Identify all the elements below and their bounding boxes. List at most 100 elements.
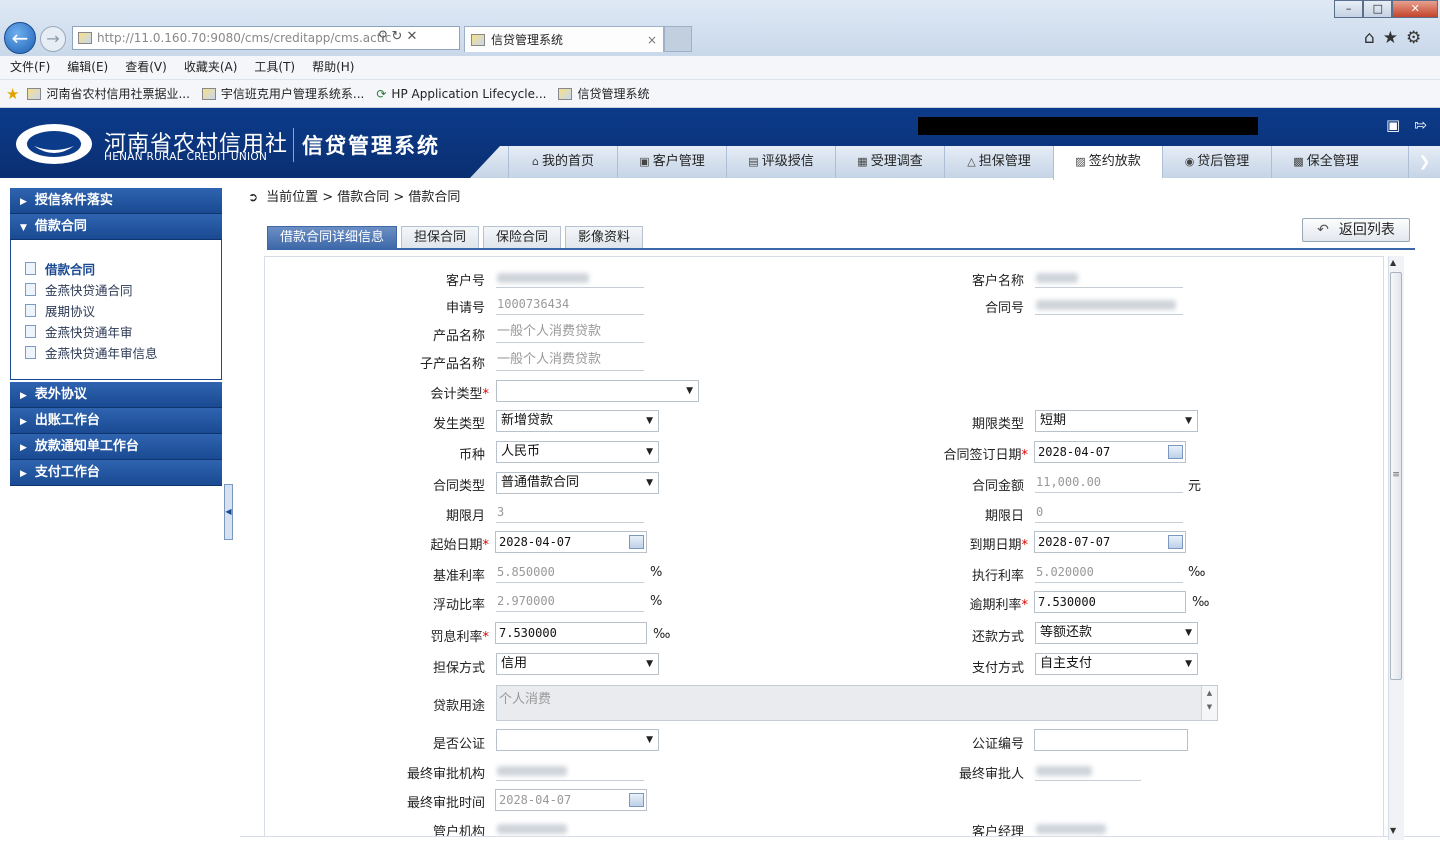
penalty-rate-input[interactable]: 7.530000 [495,622,647,644]
favorite-link[interactable]: ⟳ HP Application Lifecycle... [376,87,546,101]
contract-amount-label: 合同金额 [971,479,1024,494]
sidebar-item-extension[interactable]: 展期协议 [25,300,221,321]
contract-no-label: 合同号 [984,301,1024,316]
favorite-link[interactable]: 信贷管理系统 [558,85,649,102]
nav-tab-survey[interactable]: ▦ 受理调查 [835,146,944,178]
hp-favicon-icon: ⟳ [376,86,387,101]
window-controls[interactable]: – □ ✕ [1334,0,1438,18]
due-date-input[interactable]: 2028-07-07 [1034,531,1186,553]
browser-tab[interactable]: 信贷管理系统 × [464,26,664,52]
home-icon[interactable]: ⌂ [1364,28,1383,48]
favorite-link[interactable]: 宇信班克用户管理系统系... [201,85,364,102]
nav-tab-preservation[interactable]: ▩ 保全管理 [1271,146,1380,178]
tab-image-data[interactable]: 影像资料 [565,226,644,249]
overdue-rate-input[interactable]: 7.530000 [1034,591,1186,613]
favorites-star-icon[interactable]: ★ [1383,28,1406,48]
sidebar-section-payment[interactable]: ▶ 支付工作台 [10,460,222,486]
nav-tab-home[interactable]: ⌂ 我的首页 [508,146,617,178]
back-arrow-icon[interactable]: ← [4,22,36,54]
currency-select[interactable]: 人民币 ▼ [496,441,659,463]
textarea-scrollbar[interactable]: ▲ ▼ [1201,686,1217,720]
calendar-icon[interactable] [629,793,644,807]
scrollbar-thumb[interactable]: ≡ [1390,272,1402,680]
favorite-link[interactable]: 河南省农村信用社票据业... [27,85,190,102]
tab-guarantee-contract[interactable]: 担保合同 [401,226,480,249]
menu-view[interactable]: 查看(V) [125,56,167,79]
browser-toolbar-icons[interactable]: ⌂★⚙ [1364,28,1429,48]
sidebar-section-label: 支付工作台 [34,465,100,480]
contract-type-select[interactable]: 普通借款合同 ▼ [496,472,659,494]
close-tab-icon[interactable]: × [647,27,657,53]
sidebar-collapse-handle[interactable]: ◀ [224,484,233,540]
postloan-icon: ◉ [1184,155,1195,168]
repay-method-select[interactable]: 等额还款 ▼ [1035,622,1198,644]
notarized-select[interactable]: ▼ [496,729,659,751]
minimize-icon[interactable]: – [1334,0,1364,18]
sidebar-section-credit-conditions[interactable]: ▶ 授信条件落实 [10,188,222,214]
sidebar-item-annual-review[interactable]: 金燕快贷通年审 [25,321,221,342]
sidebar-section-loan-contract[interactable]: ▼ 借款合同 [10,214,222,240]
menu-favorites[interactable]: 收藏夹(A) [184,56,238,79]
address-bar-actions[interactable]: ⚲↻✕ [378,29,421,44]
logo-divider [293,128,294,162]
redacted-value [1036,824,1106,834]
occurrence-type-select[interactable]: 新增贷款 ▼ [496,410,659,432]
start-date-input[interactable]: 2028-04-07 [495,531,647,553]
refresh-icon[interactable]: ↻ [392,29,407,44]
new-tab-button[interactable] [664,26,692,52]
favorites-star-icon[interactable]: ★ [6,85,19,103]
expand-arrow-icon: ▶ [20,417,27,427]
menu-file[interactable]: 文件(F) [10,56,50,79]
breadcrumb-text: 当前位置 > 借款合同 > 借款合同 [266,190,461,205]
nav-tab-postloan[interactable]: ◉ 贷后管理 [1162,146,1271,178]
calendar-icon[interactable] [1168,445,1183,459]
back-to-list-button[interactable]: ↶ 返回列表 [1302,218,1410,242]
dropdown-arrow-icon: ▼ [646,735,653,745]
scroll-down-arrow-icon[interactable]: ▼ [1390,826,1396,835]
sidebar-section-offbalance[interactable]: ▶ 表外协议 [10,382,222,408]
sidebar-item-loan-contract[interactable]: 借款合同 [25,258,221,279]
stop-icon[interactable]: ✕ [406,29,421,44]
sidebar-section-loan-notice[interactable]: ▶ 放款通知单工作台 [10,434,222,460]
nav-scroll-right-icon[interactable]: ❯ [1408,146,1440,178]
payment-method-select[interactable]: 自主支付 ▼ [1035,653,1198,675]
expand-arrow-icon: ▶ [20,391,27,401]
menu-help[interactable]: 帮助(H) [312,56,354,79]
header-actions[interactable]: ▣⇰ [1386,116,1440,134]
loan-purpose-textarea[interactable]: 个人消费 ▲ ▼ [496,685,1218,721]
maximize-icon[interactable]: □ [1363,0,1393,18]
search-icon[interactable]: ⚲ [378,29,392,44]
calendar-icon[interactable] [629,535,644,549]
term-type-select[interactable]: 短期 ▼ [1035,410,1198,432]
penalty-rate-label: 罚息利率* [430,626,489,645]
nav-tab-customer[interactable]: ▣ 客户管理 [617,146,726,178]
sidebar-item-annual-review-info[interactable]: 金燕快贷通年审信息 [25,342,221,363]
label-text: 罚息利率 [430,630,483,645]
settings-gear-icon[interactable]: ⚙ [1406,28,1429,48]
scroll-up-arrow-icon[interactable]: ▲ [1390,258,1396,267]
monitor-icon[interactable]: ▣ [1386,116,1414,134]
calendar-icon[interactable] [1168,535,1183,549]
close-window-icon[interactable]: ✕ [1392,0,1438,18]
nav-tab-rating[interactable]: ▤ 评级授信 [726,146,835,178]
guarantee-method-select[interactable]: 信用 ▼ [496,653,659,675]
required-asterisk: * [482,538,490,553]
application-no-field: 1000736434 [496,295,644,315]
notary-no-input[interactable] [1034,729,1188,751]
menu-edit[interactable]: 编辑(E) [67,56,108,79]
tab-contract-detail[interactable]: 借款合同详细信息 [267,226,398,249]
sidebar-section-disbursement[interactable]: ▶ 出账工作台 [10,408,222,434]
sign-date-input[interactable]: 2028-04-07 [1034,441,1186,463]
final-approver-field [1035,761,1141,781]
sidebar-item-jinyan-contract[interactable]: 金燕快贷通合同 [25,279,221,300]
menu-tools[interactable]: 工具(T) [254,56,295,79]
back-button-label: 返回列表 [1338,222,1395,238]
accounting-type-select[interactable]: ▼ [496,380,699,402]
favorite-label: 信贷管理系统 [577,87,650,101]
nav-tab-guarantee[interactable]: △ 担保管理 [944,146,1053,178]
logout-icon[interactable]: ⇰ [1414,116,1440,134]
notarized-label: 是否公证 [432,737,485,752]
nav-tab-contract[interactable]: ▨ 签约放款 [1053,146,1162,180]
forward-arrow-icon[interactable]: → [40,26,66,52]
tab-insurance-contract[interactable]: 保险合同 [483,226,562,249]
